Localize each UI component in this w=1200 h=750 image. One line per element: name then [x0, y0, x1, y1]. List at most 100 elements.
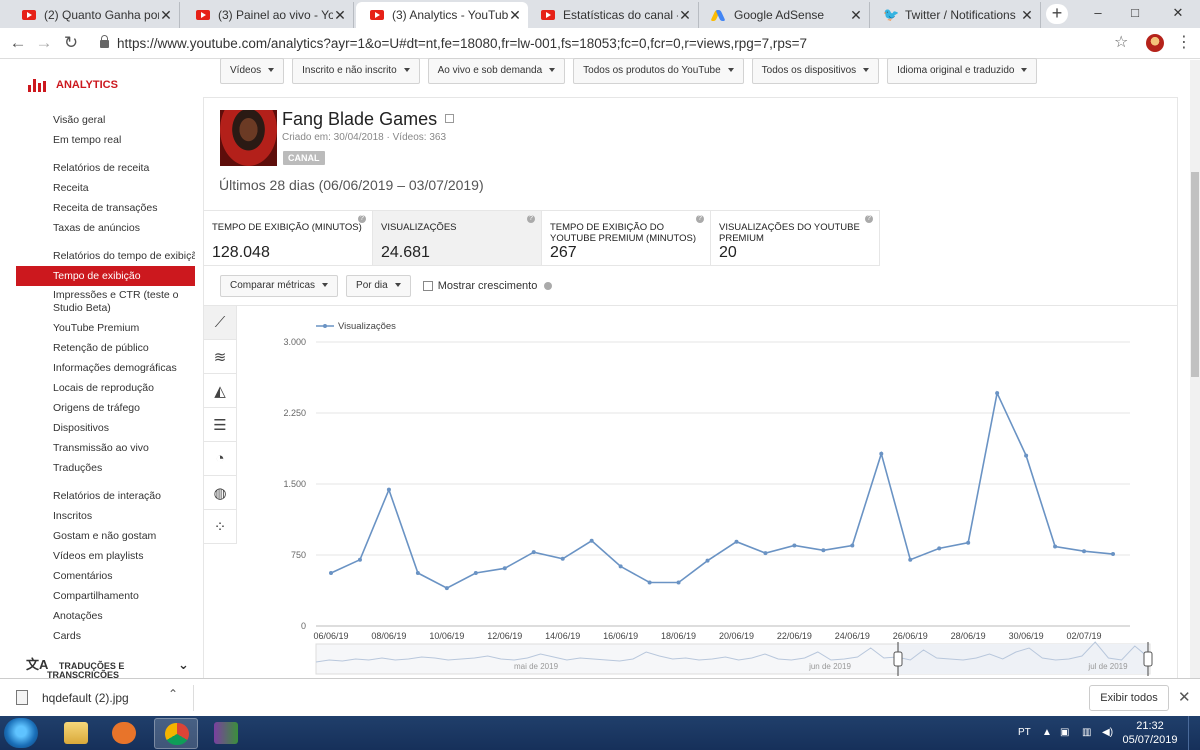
filter-dropdown[interactable]: Todos os dispositivos	[751, 58, 880, 84]
bubble-chart-icon[interactable]: ⁘	[204, 510, 237, 544]
clock[interactable]: 21:32 05/07/2019	[1122, 719, 1178, 747]
media-player-taskbar-icon[interactable]	[102, 718, 146, 749]
data-point	[415, 570, 420, 575]
download-file-name[interactable]: hqdefault (2).jpg	[42, 691, 129, 705]
area-chart-icon[interactable]: ◭	[204, 374, 237, 408]
show-all-button[interactable]: Exibir todos	[1089, 685, 1169, 711]
close-tab-icon[interactable]: ✕	[1020, 7, 1034, 24]
help-icon[interactable]	[544, 282, 553, 290]
filter-dropdown[interactable]: Todos os produtos do YouTube	[573, 58, 744, 84]
sidebar-item[interactable]: Inscritos	[16, 506, 195, 526]
volume-icon[interactable]: ◀)	[1102, 716, 1113, 750]
sidebar-item[interactable]: Compartilhamento	[16, 586, 195, 606]
profile-avatar[interactable]	[1146, 34, 1164, 52]
close-tab-icon[interactable]: ✕	[508, 7, 522, 24]
new-tab-button[interactable]: +	[1046, 4, 1068, 24]
external-link-icon[interactable]	[445, 114, 455, 123]
metric-card[interactable]: TEMPO DE EXIBIÇÃO (MINUTOS) 128.048?	[204, 211, 373, 265]
sidebar-item[interactable]: Comentários	[16, 566, 195, 586]
sidebar-item[interactable]: Impressões e CTR (teste o Studio Beta)	[16, 286, 195, 318]
language-indicator[interactable]: PT	[1018, 716, 1031, 750]
reload-button[interactable]: ↻	[59, 31, 83, 55]
maximize-button[interactable]: □	[1113, 0, 1157, 28]
sidebar-item[interactable]: Em tempo real	[16, 130, 195, 150]
bar-chart-icon[interactable]: ☰	[204, 408, 237, 442]
chevron-down-icon[interactable]: ⌄	[178, 658, 189, 671]
sidebar-item[interactable]: Vídeos em playlists	[16, 546, 195, 566]
close-tab-icon[interactable]: ✕	[333, 7, 347, 24]
browser-menu-icon[interactable]: ⋮	[1176, 32, 1192, 52]
close-window-button[interactable]: ✕	[1156, 0, 1200, 28]
sidebar-item[interactable]: YouTube Premium	[16, 318, 195, 338]
close-tab-icon[interactable]: ✕	[678, 7, 692, 24]
sidebar-item[interactable]: Retenção de público	[16, 338, 195, 358]
multi-line-icon[interactable]: ≋	[204, 340, 237, 374]
sidebar-item[interactable]: Anotações	[16, 606, 195, 626]
close-icon[interactable]: ✕	[1178, 688, 1191, 706]
pie-chart-icon[interactable]: ◔	[204, 442, 237, 476]
filter-dropdown[interactable]: Inscrito e não inscrito	[292, 58, 420, 84]
sidebar-item[interactable]: Tempo de exibição	[16, 266, 195, 286]
help-icon[interactable]: ?	[358, 215, 366, 223]
metric-card[interactable]: TEMPO DE EXIBIÇÃO DO YOUTUBE PREMIUM (MI…	[542, 211, 711, 265]
close-tab-icon[interactable]: ✕	[849, 7, 863, 24]
sidebar-item[interactable]: Visão geral	[16, 110, 195, 130]
sidebar-item[interactable]: Informações demográficas	[16, 358, 195, 378]
help-icon[interactable]: ?	[527, 215, 535, 223]
sidebar-item[interactable]: Relatórios de interação	[16, 486, 195, 506]
back-button[interactable]: ←	[6, 31, 30, 55]
navigator-label: jun de 2019	[808, 662, 851, 671]
sidebar-item[interactable]: Relatórios de receita	[16, 158, 195, 178]
channel-name[interactable]: Fang Blade Games	[282, 109, 455, 130]
chevron-up-icon[interactable]: ⌃	[168, 687, 178, 701]
filter-dropdown[interactable]: Ao vivo e sob demanda	[427, 58, 566, 84]
network-icon[interactable]: ▥	[1082, 716, 1091, 750]
tray-expand-icon[interactable]: ▲	[1042, 716, 1052, 750]
sidebar-item[interactable]: Transmissão ao vivo	[16, 438, 195, 458]
start-button[interactable]	[4, 718, 38, 748]
analytics-bars-icon	[28, 78, 48, 92]
show-desktop-button[interactable]	[1188, 716, 1200, 750]
analytics-header[interactable]: ANALYTICS	[16, 60, 195, 110]
chrome-taskbar-icon[interactable]	[154, 718, 198, 749]
per-day-button[interactable]: Por dia	[346, 275, 411, 297]
sidebar-item[interactable]: Dispositivos	[16, 418, 195, 438]
sidebar-item[interactable]: Relatórios do tempo de exibição	[16, 246, 195, 266]
address-bar[interactable]: https://www.youtube.com/analytics?ayr=1&…	[94, 32, 1144, 55]
metric-card[interactable]: VISUALIZAÇÕES 24.681?	[373, 211, 542, 265]
browser-tab[interactable]: Estatísticas do canal - YouT✕	[527, 2, 699, 28]
sidebar-item[interactable]: Gostam e não gostam	[16, 526, 195, 546]
explorer-taskbar-icon[interactable]	[54, 718, 98, 749]
translations-section[interactable]: 文A TRADUÇÕES E TRANSCRIÇÕES ⌄	[26, 658, 189, 680]
sidebar-item[interactable]: Locais de reprodução	[16, 378, 195, 398]
sidebar-item[interactable]: Origens de tráfego	[16, 398, 195, 418]
compare-metrics-button[interactable]: Comparar métricas	[220, 275, 339, 297]
browser-tab[interactable]: (3) Painel ao vivo - YouTub✕	[182, 2, 354, 28]
sidebar-item[interactable]: Receita	[16, 178, 195, 198]
filter-dropdown[interactable]: Vídeos	[220, 58, 285, 84]
forward-button[interactable]: →	[32, 31, 56, 55]
browser-tab[interactable]: Google AdSense ✕	[698, 2, 870, 28]
show-growth-checkbox[interactable]	[422, 281, 433, 291]
scrollbar-thumb[interactable]	[1191, 172, 1199, 377]
sidebar-item[interactable]: Traduções	[16, 458, 195, 478]
metric-card[interactable]: VISUALIZAÇÕES DO YOUTUBE PREMIUM 20?	[711, 211, 880, 265]
system-tray-icon[interactable]: ▣	[1060, 716, 1069, 750]
help-icon[interactable]: ?	[865, 215, 873, 223]
help-icon[interactable]: ?	[696, 215, 704, 223]
globe-icon[interactable]: ◍	[204, 476, 237, 510]
filter-dropdown[interactable]: Idioma original e traduzido	[887, 58, 1038, 84]
data-point	[908, 557, 913, 562]
browser-tab[interactable]: 🐦 Twitter / Notifications ✕	[869, 2, 1041, 28]
x-tick-label: 30/06/19	[1009, 631, 1044, 641]
browser-tab[interactable]: (3) Analytics - YouTube ✕	[356, 2, 528, 28]
bookmark-star-icon[interactable]: ☆	[1114, 32, 1128, 52]
sidebar-item[interactable]: Taxas de anúncios	[16, 218, 195, 238]
sidebar-item[interactable]: Receita de transações	[16, 198, 195, 218]
line-chart-icon[interactable]: ⟋	[204, 306, 237, 340]
winrar-taskbar-icon[interactable]	[204, 718, 248, 749]
data-point	[473, 570, 478, 575]
browser-tab[interactable]: (2) Quanto Ganha por Visu✕	[8, 2, 180, 28]
sidebar-item[interactable]: Cards	[16, 626, 195, 646]
close-tab-icon[interactable]: ✕	[159, 7, 173, 24]
